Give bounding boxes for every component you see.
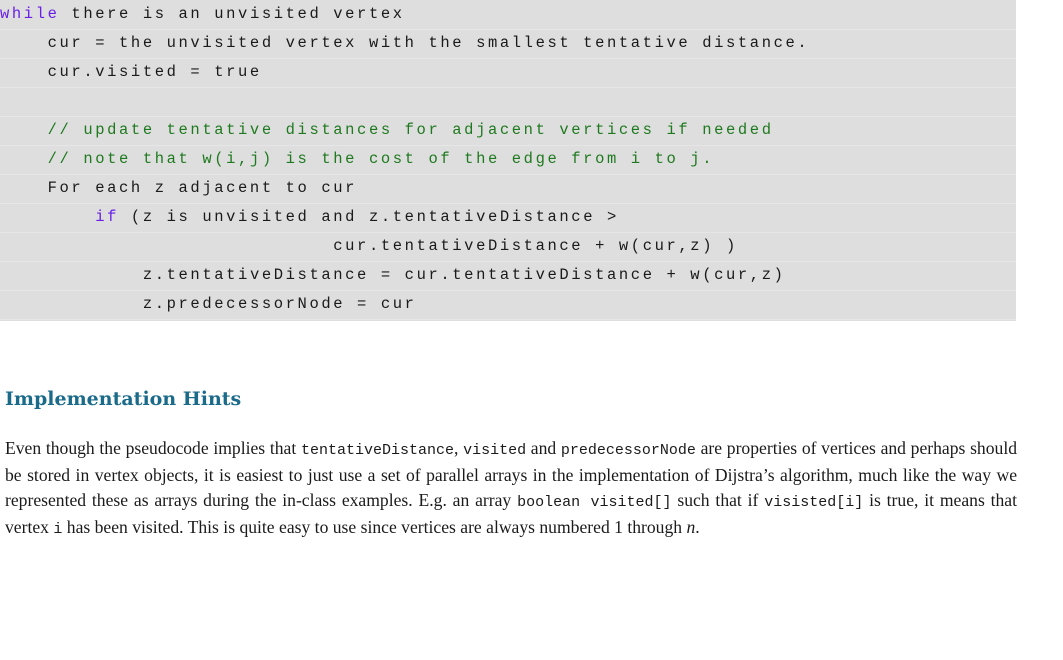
inline-code: boolean visited[] [517,494,672,511]
code-line: while there is an unvisited vertex [0,0,1016,30]
code-keyword: if [95,208,120,226]
implementation-hints-paragraph: Even though the pseudocode implies that … [5,436,1017,542]
code-text: z.predecessorNode = cur [142,295,417,313]
code-text: cur = the unvisited vertex with the smal… [47,34,810,52]
code-line: cur = the unvisited vertex with the smal… [0,29,1016,59]
code-text: cur.tentativeDistance + w(cur,z) ) [333,237,738,255]
code-line: z.tentativeDistance = cur.tentativeDista… [0,261,1016,291]
code-comment: // update tentative distances for adjace… [47,121,774,139]
inline-code: visited [463,442,527,459]
code-text: cur.visited = true [47,63,262,81]
paragraph-text: has been visited. This is quite easy to … [62,517,687,537]
paragraph-text: and [526,438,561,458]
code-line: // note that w(i,j) is the cost of the e… [0,145,1016,175]
code-comment: // note that w(i,j) is the cost of the e… [47,150,715,168]
paragraph-text: , [453,438,464,458]
math-variable: n [686,517,696,537]
inline-code: visisted[i] [764,494,864,511]
code-text: (z is unvisited and z.tentativeDistance … [119,208,619,226]
code-line: if (z is unvisited and z.tentativeDistan… [0,203,1016,233]
inline-code: tentativeDistance [300,442,454,459]
inline-code: predecessorNode [560,442,696,459]
code-keyword: while [0,5,60,23]
code-line: cur.tentativeDistance + w(cur,z) ) [0,232,1016,262]
code-line [0,87,1016,117]
code-line: cur.visited = true [0,58,1016,88]
code-text: z.tentativeDistance = cur.tentativeDista… [142,266,786,284]
paragraph-text: . [695,517,700,537]
paragraph-text: such that if [671,490,765,510]
code-line: For each z adjacent to cur [0,174,1016,204]
section-heading: Implementation Hints [5,388,242,410]
code-text: For each z adjacent to cur [47,179,358,197]
code-line: z.predecessorNode = cur [0,290,1016,320]
paragraph-text: Even though the pseudocode implies that [5,438,301,458]
code-line: // update tentative distances for adjace… [0,116,1016,146]
code-text: there is an unvisited vertex [59,5,405,23]
pseudocode-block: while there is an unvisited vertex cur =… [0,0,1016,321]
